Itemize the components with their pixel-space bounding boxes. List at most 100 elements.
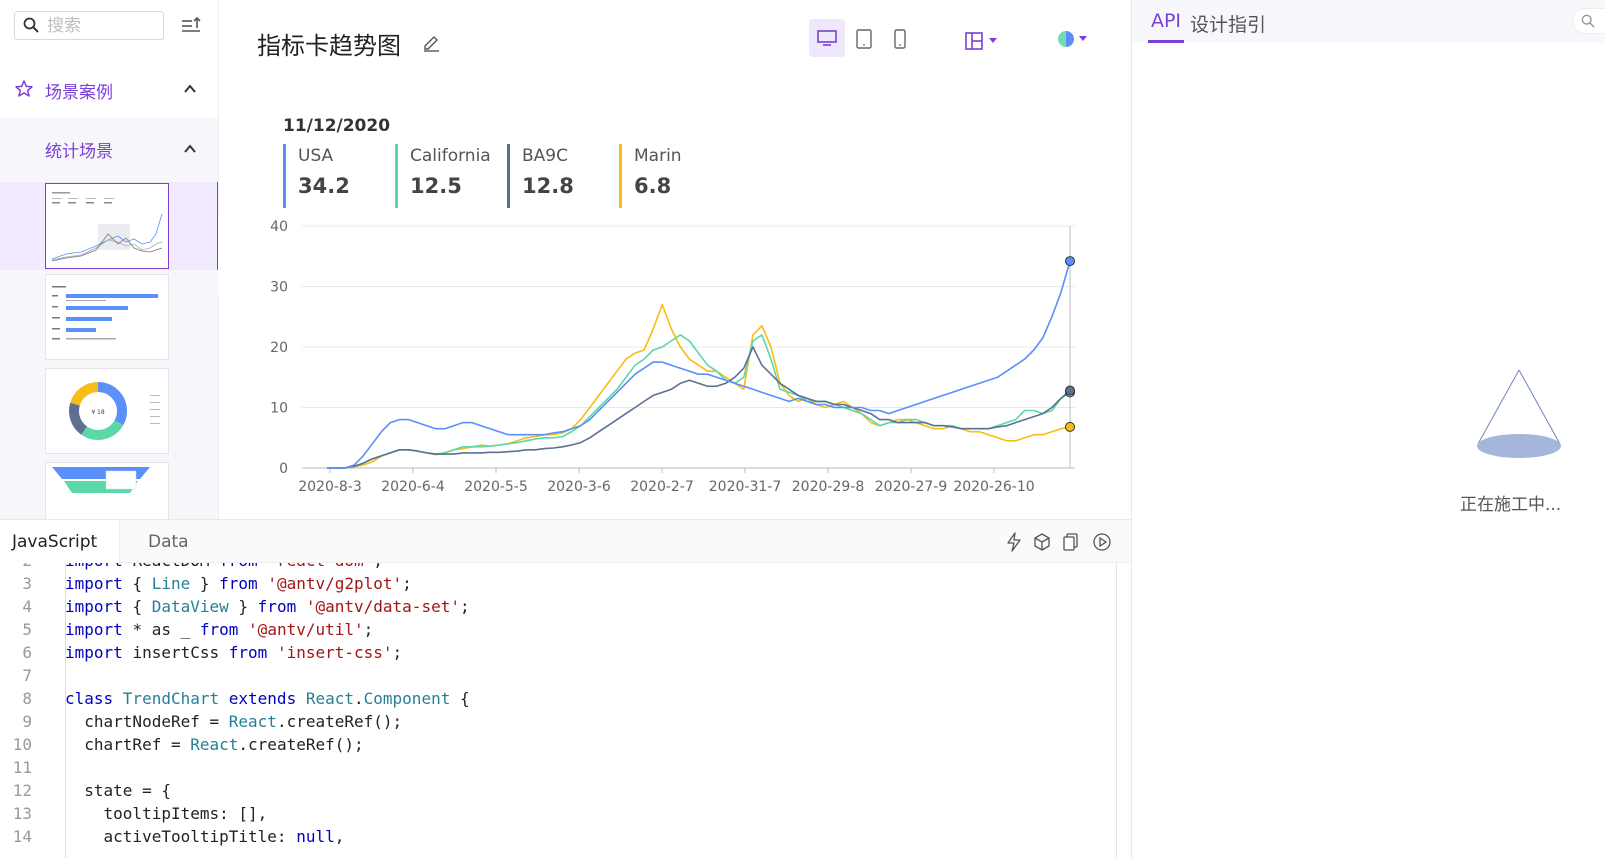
editor-tabs: JavaScript Data (0, 519, 1131, 564)
lightning-icon[interactable] (1005, 532, 1023, 552)
thumb-bar-preview (52, 286, 158, 340)
kpi-marin[interactable]: Marin 6.8 (619, 144, 729, 208)
donut-thumb[interactable]: ¥ 18 (45, 368, 169, 454)
device-tablet-button[interactable] (846, 19, 882, 57)
construction-cone-icon (1477, 369, 1561, 458)
right-panel: API 设计指引 正在施工中... (1131, 0, 1605, 858)
x-tick-label: 2020-27-9 (875, 479, 947, 495)
bar-progress-thumb[interactable] (45, 274, 169, 360)
device-mobile-button[interactable] (882, 19, 918, 57)
y-tick-label: 40 (270, 219, 288, 235)
codesandbox-icon[interactable] (1033, 532, 1051, 552)
active-point-usa (1065, 256, 1075, 267)
line-number: 3 (22, 574, 32, 593)
x-tick-label: 2020-5-5 (464, 479, 528, 495)
sidebar-search-row (14, 11, 204, 41)
kpi-ba9c[interactable]: BA9C 12.8 (507, 144, 617, 208)
line-number: 11 (12, 758, 32, 777)
kpi-name: Marin (634, 146, 682, 166)
code-text: import { Line } from '@antv/g2plot'; (65, 574, 412, 593)
line-number: 10 (12, 735, 32, 754)
thumb-funnel-preview (52, 467, 150, 493)
line-number: 2 (0, 563, 32, 572)
thumb-donut-preview: ¥ 18 (69, 382, 160, 440)
theme-icon[interactable] (1057, 28, 1097, 52)
search-icon (1581, 14, 1595, 28)
search-input[interactable] (47, 15, 157, 37)
code-text: activeTooltipTitle: null, (65, 827, 345, 846)
code-text: class TrendChart extends React.Component… (65, 689, 470, 708)
code-editor: JavaScript Data 3 import {Line} from '… (0, 519, 1131, 858)
editor-scrollbar[interactable] (1116, 563, 1117, 858)
series-line-marin (327, 303, 1071, 469)
line-number: 14 (12, 827, 32, 846)
kpi-name: USA (298, 146, 334, 166)
line-number: 5 (22, 620, 32, 639)
editor-actions (1005, 532, 1115, 552)
layout-icon[interactable] (964, 30, 1006, 52)
y-tick-label: 20 (270, 340, 288, 356)
submenu-statistics[interactable]: 统计场景 (0, 118, 218, 182)
thumb-trend-preview (51, 192, 163, 262)
code-text: tooltipItems: [], (65, 804, 268, 823)
kpi-value: 12.8 (522, 174, 574, 198)
kpi-value: 34.2 (298, 174, 350, 198)
kpi-usa[interactable]: USA 34.2 (283, 144, 393, 208)
kpi-value: 12.5 (410, 174, 462, 198)
thumbnail-list: ¥ 18 (0, 182, 218, 519)
desktop-icon (817, 30, 837, 46)
x-tick-label: 2020-2-7 (630, 479, 694, 495)
line-chart-canvas[interactable]: 0 10 20 30 40 2020-8-3 2020-6-4 2020-5-5 2020-3-… (257, 218, 1097, 508)
active-point-ba9c (1065, 385, 1075, 396)
code-text: import insertCss from 'insert-css'; (65, 643, 403, 662)
sidebar: 场景案例 统计场景 (0, 0, 219, 519)
y-tick-label: 0 (279, 461, 288, 477)
app-root: 场景案例 统计场景 (0, 0, 1605, 858)
trend-chart-thumb[interactable] (45, 183, 169, 269)
series-line-california (327, 334, 1071, 469)
line-number: 7 (22, 666, 32, 685)
code-text: import { DataView } from '@antv/data-set… (65, 597, 470, 616)
donut-center-label: ¥ 18 (91, 409, 105, 416)
tab-design-guide[interactable]: 设计指引 (1190, 10, 1266, 37)
search-box[interactable] (14, 11, 164, 40)
code-text: state = { (65, 781, 171, 800)
active-point-marin (1065, 421, 1075, 432)
right-tabs: API 设计指引 (1132, 0, 1605, 43)
edit-icon[interactable] (421, 32, 441, 52)
right-search-input[interactable] (1572, 8, 1605, 34)
code-text: chartNodeRef = React.createRef(); (65, 712, 403, 731)
x-tick-label: 2020-26-10 (953, 479, 1034, 495)
sort-icon[interactable] (180, 15, 202, 37)
tab-ink-bar (1148, 40, 1184, 43)
mobile-icon (894, 29, 906, 49)
tab-data[interactable]: Data (136, 520, 201, 564)
kpi-name: BA9C (522, 146, 568, 166)
line-number: 6 (22, 643, 32, 662)
x-tick-label: 2020-6-4 (381, 479, 445, 495)
chevron-up-icon (184, 84, 196, 93)
funnel-thumb[interactable] (45, 462, 169, 519)
x-tick-label: 2020-3-6 (547, 479, 611, 495)
y-tick-label: 10 (270, 401, 288, 417)
line-number: 13 (12, 804, 32, 823)
play-icon[interactable] (1092, 532, 1112, 552)
kpi-california[interactable]: California 12.5 (395, 144, 505, 208)
code-text: import ReactDOM from 'react-dom'; (65, 563, 383, 572)
code-area[interactable]: 2 import ReactDOM from 'react-dom'; 3 impor… (0, 563, 1117, 858)
preview-pane: 指标卡趋势图 11/12/2020 USA 34.2 California 12… (219, 0, 1131, 519)
tablet-icon (856, 29, 872, 49)
code-text: chartRef = React.createRef(); (65, 735, 364, 754)
page-title: 指标卡趋势图 (257, 32, 401, 60)
y-tick-label: 30 (270, 280, 288, 296)
line-number: 12 (12, 781, 32, 800)
copy-icon[interactable] (1062, 532, 1080, 552)
tab-javascript[interactable]: JavaScript (0, 520, 120, 564)
x-tick-label: 2020-29-8 (792, 479, 864, 495)
line-number: 9 (22, 712, 32, 731)
under-construction-text: 正在施工中... (1460, 495, 1562, 515)
line-number: 4 (22, 597, 32, 616)
menu-group-scenes[interactable]: 场景案例 (0, 67, 218, 111)
x-tick-label: 2020-8-3 (298, 479, 362, 495)
device-desktop-button[interactable] (809, 19, 845, 57)
